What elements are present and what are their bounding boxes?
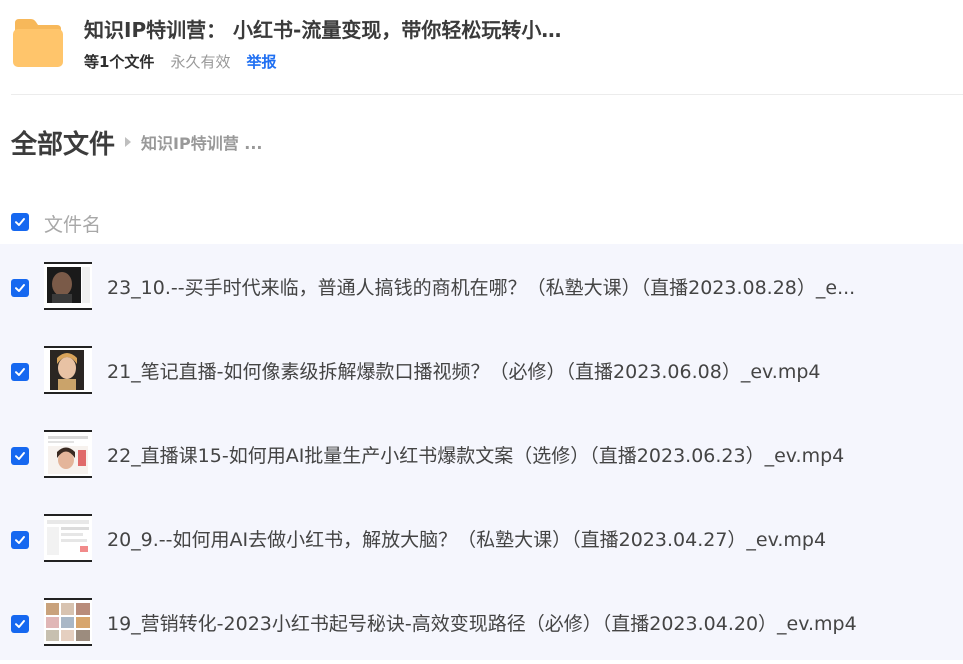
file-checkbox[interactable]: [11, 615, 29, 633]
file-checkbox[interactable]: [11, 531, 29, 549]
file-name[interactable]: 21_笔记直播-如何像素级拆解爆款口播视频？（必修）（直播2023.06.08）…: [107, 357, 927, 384]
share-title: 知识IP特训营： 小红书-流量变现，带你轻松玩转小…: [84, 18, 562, 42]
validity-label: 永久有效: [170, 53, 231, 71]
check-icon: [15, 620, 25, 628]
file-checkbox[interactable]: [11, 279, 29, 297]
divider: [11, 94, 963, 95]
video-thumbnail-icon: [44, 514, 92, 562]
file-row[interactable]: 21_笔记直播-如何像素级拆解爆款口播视频？（必修）（直播2023.06.08）…: [0, 328, 963, 412]
file-count: 等1个文件: [84, 53, 155, 71]
video-thumbnail-icon: [44, 430, 92, 478]
select-all-checkbox[interactable]: [11, 213, 29, 231]
breadcrumb-current[interactable]: 知识IP特训营 ...: [141, 130, 263, 154]
chevron-right-icon: [125, 137, 132, 147]
check-icon: [15, 284, 25, 292]
video-thumbnail-icon: [44, 262, 92, 310]
file-name[interactable]: 20_9.--如何用AI去做小红书，解放大脑？（私塾大课）（直播2023.04.…: [107, 525, 927, 552]
file-row[interactable]: 22_直播课15-如何用AI批量生产小红书爆款文案（选修）（直播2023.06.…: [0, 412, 963, 496]
report-link[interactable]: 举报: [246, 51, 276, 72]
file-checkbox[interactable]: [11, 447, 29, 465]
column-header-name[interactable]: 文件名: [44, 210, 101, 237]
breadcrumb-root[interactable]: 全部文件: [11, 124, 115, 161]
file-row[interactable]: 20_9.--如何用AI去做小红书，解放大脑？（私塾大课）（直播2023.04.…: [0, 496, 963, 580]
share-meta: 等1个文件 永久有效 举报: [84, 51, 276, 72]
folder-icon: [11, 17, 65, 69]
check-icon: [15, 218, 25, 226]
file-name[interactable]: 22_直播课15-如何用AI批量生产小红书爆款文案（选修）（直播2023.06.…: [107, 441, 927, 468]
share-header: 知识IP特训营： 小红书-流量变现，带你轻松玩转小… 等1个文件 永久有效 举报: [0, 0, 963, 95]
file-row[interactable]: 19_营销转化-2023小红书起号秘诀-高效变现路径（必修）（直播2023.04…: [0, 580, 963, 664]
file-list: 23_10.--买手时代来临，普通人搞钱的商机在哪？（私塾大课）（直播2023.…: [0, 244, 963, 660]
video-thumbnail-icon: [44, 598, 92, 646]
file-checkbox[interactable]: [11, 363, 29, 381]
file-name[interactable]: 23_10.--买手时代来临，普通人搞钱的商机在哪？（私塾大课）（直播2023.…: [107, 273, 927, 300]
check-icon: [15, 452, 25, 460]
file-row[interactable]: 23_10.--买手时代来临，普通人搞钱的商机在哪？（私塾大课）（直播2023.…: [0, 244, 963, 328]
check-icon: [15, 368, 25, 376]
list-header: 文件名: [0, 202, 963, 242]
file-name[interactable]: 19_营销转化-2023小红书起号秘诀-高效变现路径（必修）（直播2023.04…: [107, 609, 927, 636]
video-thumbnail-icon: [44, 346, 92, 394]
check-icon: [15, 536, 25, 544]
breadcrumb: 全部文件 知识IP特训营 ...: [11, 124, 263, 160]
